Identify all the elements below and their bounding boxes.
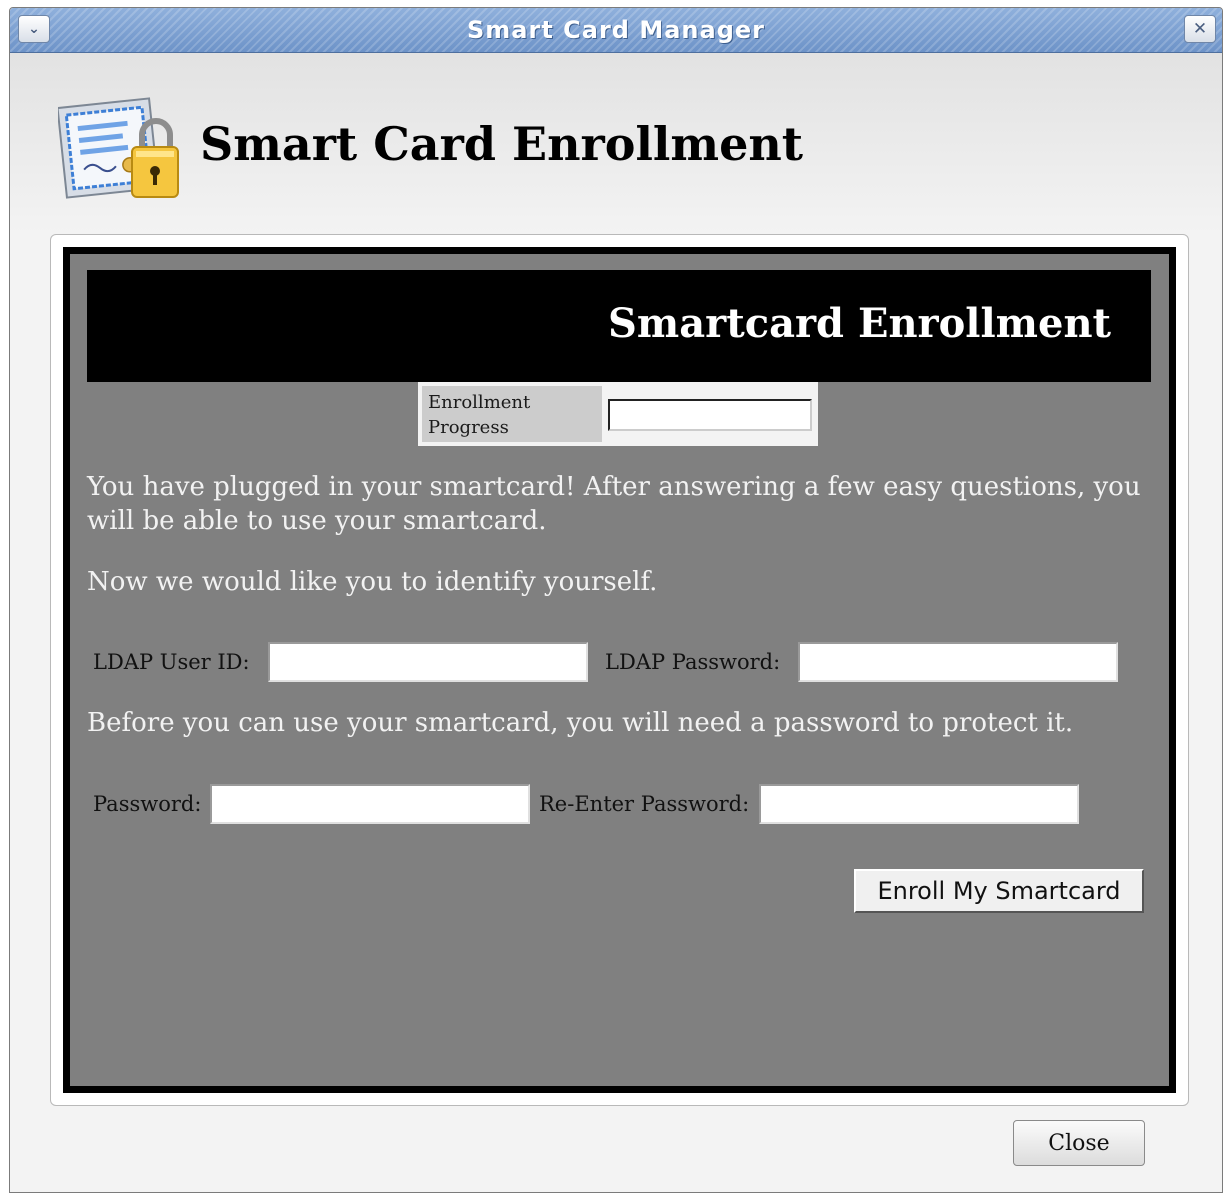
enrollment-page: Smartcard Enrollment Enrollment Progress… [63,247,1176,1093]
identify-text: Now we would like you to identify yourse… [87,567,658,597]
password-label: Password: [93,792,202,816]
intro-text: You have plugged in your smartcard! Afte… [87,472,1141,536]
ldap-user-input[interactable] [268,642,588,682]
banner-title: Smartcard Enrollment [608,300,1111,347]
reenter-password-input[interactable] [759,784,1079,824]
close-button[interactable]: Close [1013,1120,1145,1166]
window-title: Smart Card Manager [467,16,765,44]
password-input[interactable] [210,784,530,824]
banner: Smartcard Enrollment [87,270,1151,382]
ldap-password-input[interactable] [798,642,1118,682]
ldap-user-label: LDAP User ID: [93,650,250,674]
reenter-password-label: Re-Enter Password: [539,792,750,816]
window-close-button[interactable]: ✕ [1184,15,1216,43]
enroll-button[interactable]: Enroll My Smartcard [854,869,1144,913]
progress-label: Enrollment Progress [422,386,602,442]
enrollment-progress: Enrollment Progress [418,382,818,446]
close-icon: ✕ [1192,19,1208,39]
dialog-header: Smart Card Enrollment [10,53,1222,233]
content-frame: Smartcard Enrollment Enrollment Progress… [50,234,1189,1106]
app-window: ⌄ Smart Card Manager ✕ Smart Card Enroll… [9,7,1223,1193]
certificate-lock-icon [58,97,179,199]
progress-bar [608,399,812,431]
page-title: Smart Card Enrollment [200,117,804,171]
password-text: Before you can use your smartcard, you w… [87,708,1074,738]
title-bar[interactable]: ⌄ Smart Card Manager ✕ [10,8,1222,53]
ldap-password-label: LDAP Password: [605,650,781,674]
